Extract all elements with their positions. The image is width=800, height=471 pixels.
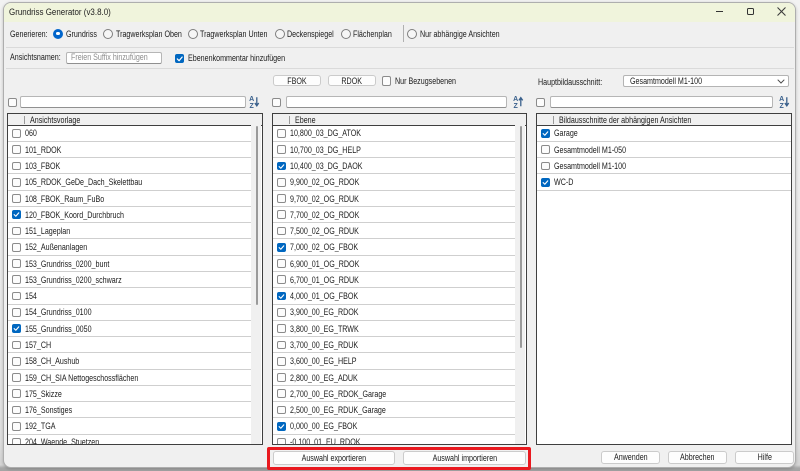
svg-text:A: A — [513, 96, 518, 103]
svg-text:A: A — [249, 96, 254, 103]
svg-text:Z: Z — [513, 103, 518, 108]
svg-text:Z: Z — [779, 103, 784, 108]
svg-text:Z: Z — [249, 103, 254, 108]
svg-text:A: A — [779, 96, 784, 103]
